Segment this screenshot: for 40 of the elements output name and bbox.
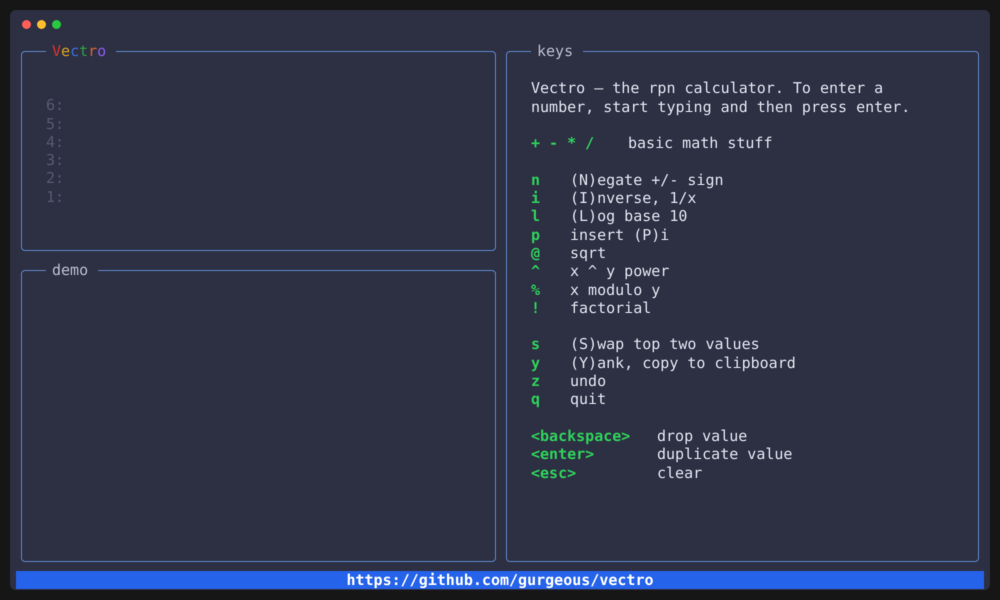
key-label: + - * /: [531, 134, 596, 152]
close-button[interactable]: [22, 20, 31, 29]
key-description: factorial: [570, 298, 652, 318]
key-label: %: [531, 280, 542, 299]
key-description: drop value: [657, 426, 748, 446]
panel-title: keys: [537, 42, 574, 60]
key-description: insert (P)i: [570, 226, 670, 244]
key-label: ^: [531, 262, 542, 281]
key-label: !: [531, 298, 542, 318]
key-label: <enter>: [531, 445, 596, 464]
intro-text: Vectro – the rpn calculator. To enter a number, start typing and then press enter.: [531, 79, 912, 116]
key-description: duplicate value: [657, 445, 792, 464]
key-label: s: [531, 335, 542, 354]
key-description: (N)egate +/- sign: [570, 170, 724, 190]
panel-title: demo: [52, 261, 88, 279]
key-description: sqrt: [570, 244, 606, 262]
repository-link[interactable]: https://github.com/gurgeous/vectro: [346, 570, 654, 590]
app-title: Vectro: [52, 42, 106, 60]
key-label: i: [531, 189, 542, 208]
key-label: p: [531, 226, 542, 244]
key-description: x modulo y: [570, 280, 660, 299]
key-label: q: [531, 390, 542, 409]
key-label: <backspace>: [531, 426, 632, 446]
key-label: <esc>: [531, 464, 578, 482]
minimize-button[interactable]: [37, 20, 46, 29]
key-description: clear: [657, 464, 702, 482]
key-description: x ^ y power: [570, 262, 670, 281]
key-description: quit: [570, 390, 606, 409]
key-description: (L)og base 10: [570, 207, 688, 226]
key-label: @: [531, 244, 542, 262]
zoom-button[interactable]: [52, 20, 61, 29]
key-label: y: [531, 354, 542, 372]
key-description: (S)wap top two values: [570, 335, 760, 354]
key-label: l: [531, 207, 542, 226]
key-label: z: [531, 372, 542, 390]
key-label: n: [531, 170, 542, 190]
key-description: (I)nverse, 1/x: [570, 189, 696, 208]
key-description: basic math stuff: [628, 134, 772, 152]
key-description: (Y)ank, copy to clipboard: [570, 354, 796, 372]
key-description: undo: [570, 372, 606, 390]
